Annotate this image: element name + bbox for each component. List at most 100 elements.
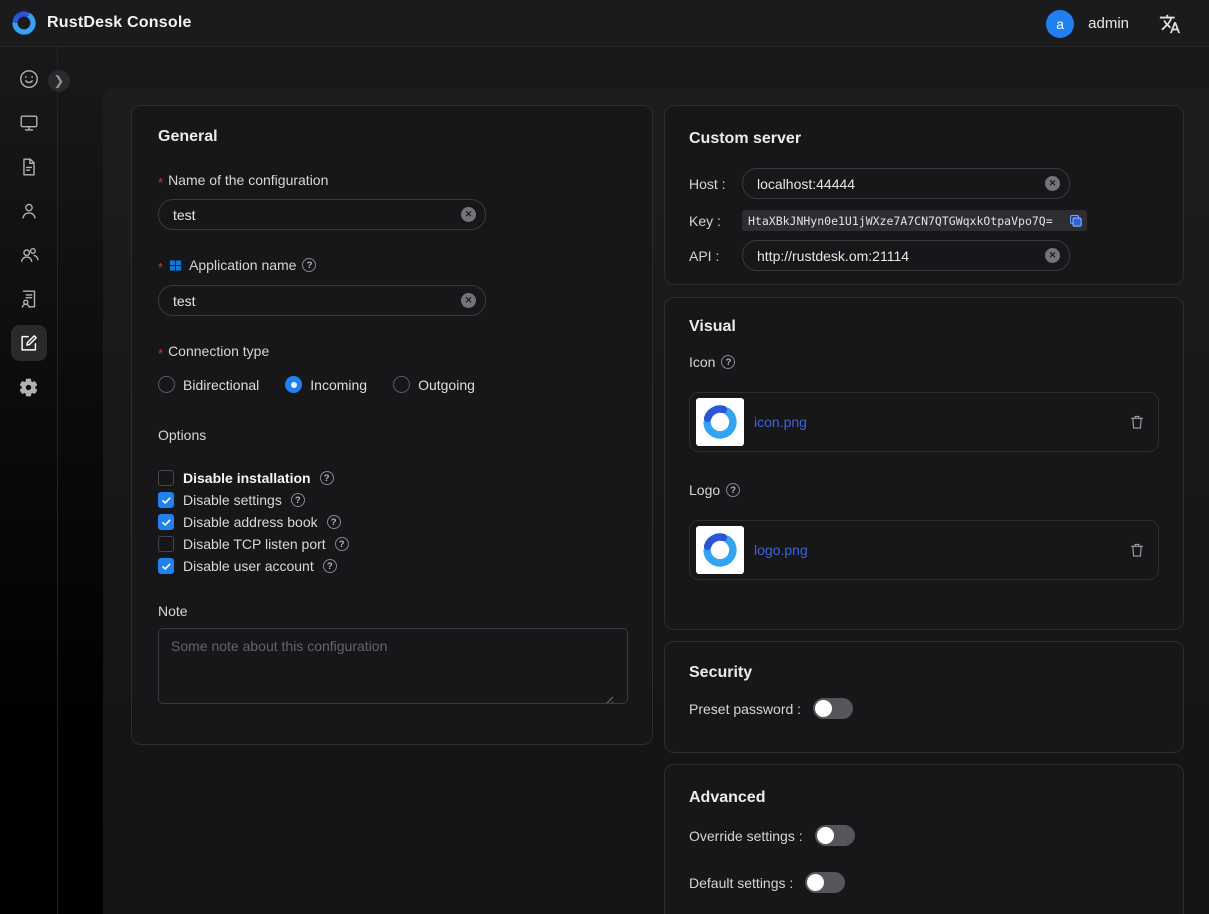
clear-icon[interactable]: ✕ bbox=[1045, 248, 1060, 263]
radio-label: Incoming bbox=[310, 377, 367, 393]
help-icon[interactable]: ? bbox=[335, 537, 349, 551]
rustdesk-console-page: RustDesk Console a admin bbox=[0, 0, 1209, 914]
application-name-label: Application name bbox=[189, 257, 296, 273]
trash-icon[interactable] bbox=[1128, 541, 1146, 559]
connection-type-label: Connection type bbox=[168, 343, 269, 359]
radio-outgoing[interactable]: Outgoing bbox=[393, 376, 475, 393]
windows-logo-icon bbox=[168, 258, 183, 273]
checkbox-label: Disable address book bbox=[183, 514, 318, 530]
help-icon[interactable]: ? bbox=[726, 483, 740, 497]
key-value-chip: HtaXBkJNHyn0e1U1jWXze7A7CN7QTGWqxkOtpaVp… bbox=[742, 210, 1087, 231]
checkbox-disable-installation[interactable]: Disable installation ? bbox=[158, 467, 626, 489]
options-label: Options bbox=[158, 427, 206, 443]
required-asterisk: * bbox=[158, 346, 163, 361]
api-input[interactable] bbox=[743, 248, 1069, 264]
logo-thumbnail bbox=[696, 526, 744, 574]
checkbox-icon bbox=[158, 558, 174, 574]
radio-bidirectional[interactable]: Bidirectional bbox=[158, 376, 259, 393]
help-icon[interactable]: ? bbox=[302, 258, 316, 272]
sidebar-item-groups[interactable] bbox=[11, 237, 47, 273]
clear-icon[interactable]: ✕ bbox=[461, 293, 476, 308]
override-settings-toggle[interactable] bbox=[815, 825, 855, 846]
users-group-icon bbox=[18, 244, 40, 266]
checkbox-disable-user-account[interactable]: Disable user account ? bbox=[158, 555, 626, 577]
options-checkbox-list: Disable installation ? Disable settings … bbox=[158, 467, 626, 577]
radio-label: Outgoing bbox=[418, 377, 475, 393]
security-card: Security Preset password : bbox=[664, 641, 1184, 753]
sidebar-collapse-button[interactable]: ❯ bbox=[48, 70, 70, 92]
note-textarea[interactable] bbox=[158, 628, 628, 704]
audit-log-icon bbox=[18, 288, 40, 310]
clear-icon[interactable]: ✕ bbox=[461, 207, 476, 222]
help-icon[interactable]: ? bbox=[320, 471, 334, 485]
application-name-field: ✕ bbox=[158, 285, 486, 316]
default-settings-label: Default settings : bbox=[689, 875, 793, 891]
note-label: Note bbox=[158, 603, 188, 619]
general-title: General bbox=[158, 128, 626, 146]
config-name-field: ✕ bbox=[158, 199, 486, 230]
icon-thumbnail bbox=[696, 398, 744, 446]
security-title: Security bbox=[689, 664, 1159, 682]
application-name-input[interactable] bbox=[159, 293, 485, 309]
api-field: ✕ bbox=[742, 240, 1070, 271]
checkbox-label: Disable installation bbox=[183, 470, 311, 486]
api-label: API : bbox=[689, 248, 742, 264]
clear-icon[interactable]: ✕ bbox=[1045, 176, 1060, 191]
chevron-right-icon: ❯ bbox=[54, 74, 65, 87]
checkbox-label: Disable TCP listen port bbox=[183, 536, 326, 552]
help-icon[interactable]: ? bbox=[721, 355, 735, 369]
checkbox-disable-settings[interactable]: Disable settings ? bbox=[158, 489, 626, 511]
sidebar-item-sessions[interactable] bbox=[11, 149, 47, 185]
copy-icon[interactable] bbox=[1068, 213, 1083, 228]
default-settings-toggle[interactable] bbox=[805, 872, 845, 893]
visual-title: Visual bbox=[689, 318, 1159, 336]
override-settings-label: Override settings : bbox=[689, 828, 803, 844]
checkbox-icon bbox=[158, 470, 174, 486]
advanced-title: Advanced bbox=[689, 789, 1159, 807]
sidebar-item-devices[interactable] bbox=[11, 105, 47, 141]
config-name-label: Name of the configuration bbox=[168, 172, 328, 188]
rustdesk-logo-icon bbox=[10, 9, 38, 37]
radio-circle-icon bbox=[393, 376, 410, 393]
host-input[interactable] bbox=[743, 176, 1069, 192]
help-icon[interactable]: ? bbox=[327, 515, 341, 529]
sidebar-item-home[interactable] bbox=[11, 61, 47, 97]
checkbox-disable-tcp-listen-port[interactable]: Disable TCP listen port ? bbox=[158, 533, 626, 555]
rustdesk-logo-icon bbox=[700, 402, 740, 442]
user-avatar[interactable]: a bbox=[1046, 10, 1074, 38]
preset-password-toggle[interactable] bbox=[813, 698, 853, 719]
custom-server-title: Custom server bbox=[689, 130, 1159, 148]
advanced-card: Advanced Override settings : Default set… bbox=[664, 764, 1184, 914]
radio-label: Bidirectional bbox=[183, 377, 259, 393]
sidebar-nav bbox=[0, 47, 58, 914]
app-title: RustDesk Console bbox=[47, 14, 192, 32]
username-label[interactable]: admin bbox=[1088, 15, 1129, 32]
preset-password-label: Preset password : bbox=[689, 701, 801, 717]
edit-icon bbox=[18, 332, 40, 354]
sidebar-item-users[interactable] bbox=[11, 193, 47, 229]
translate-icon[interactable] bbox=[1159, 13, 1181, 35]
radio-circle-icon bbox=[158, 376, 175, 393]
sidebar-item-settings[interactable] bbox=[11, 369, 47, 405]
checkbox-icon bbox=[158, 514, 174, 530]
icon-file-link[interactable]: icon.png bbox=[754, 414, 1128, 430]
config-name-input[interactable] bbox=[159, 207, 485, 223]
icon-label: Icon bbox=[689, 354, 715, 370]
main-content-panel: General * Name of the configuration ✕ * … bbox=[103, 88, 1209, 914]
trash-icon[interactable] bbox=[1128, 413, 1146, 431]
icon-upload-row: icon.png bbox=[689, 392, 1159, 452]
help-icon[interactable]: ? bbox=[291, 493, 305, 507]
checkbox-icon bbox=[158, 536, 174, 552]
help-icon[interactable]: ? bbox=[323, 559, 337, 573]
radio-incoming[interactable]: Incoming bbox=[285, 376, 367, 393]
radio-circle-icon bbox=[285, 376, 302, 393]
visual-card: Visual Icon ? icon.png Logo bbox=[664, 297, 1184, 630]
logo-file-link[interactable]: logo.png bbox=[754, 542, 1128, 558]
gear-icon bbox=[18, 377, 39, 398]
checkbox-label: Disable settings bbox=[183, 492, 282, 508]
sidebar-item-custom-clients[interactable] bbox=[11, 325, 47, 361]
host-label: Host : bbox=[689, 176, 742, 192]
sidebar-item-audit[interactable] bbox=[11, 281, 47, 317]
logo-label: Logo bbox=[689, 482, 720, 498]
checkbox-disable-address-book[interactable]: Disable address book ? bbox=[158, 511, 626, 533]
